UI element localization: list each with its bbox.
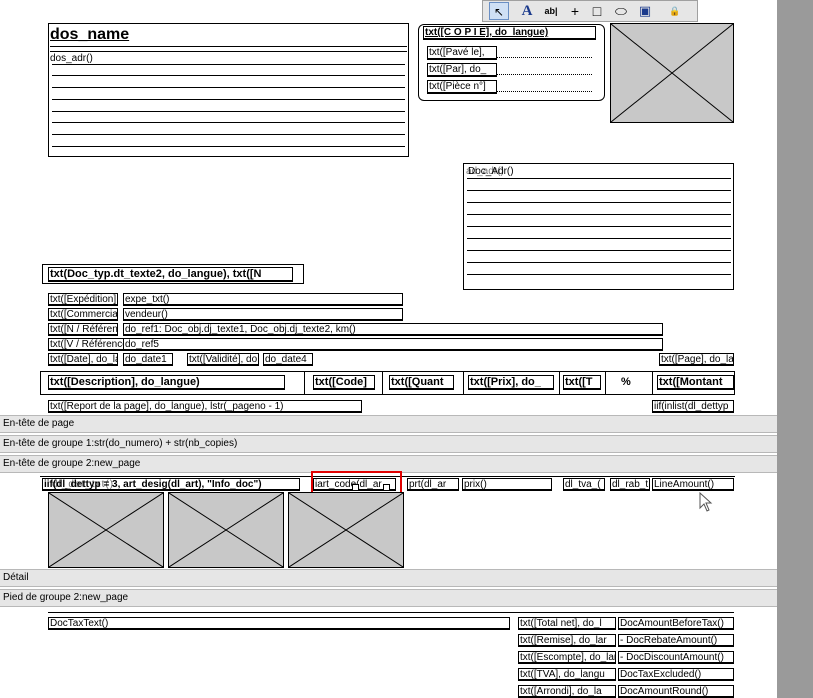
article-image-placeholder[interactable]	[48, 492, 164, 568]
tva-total-value[interactable]: DocTaxExcluded()	[618, 668, 734, 681]
prt-field[interactable]: prt(dl_ar	[407, 478, 459, 491]
line-tool-icon[interactable]: +	[565, 2, 585, 20]
report-page-field[interactable]: txt([Report de la page], do_langue), lst…	[48, 400, 362, 413]
reference-label[interactable]: txt([N / Référen	[48, 323, 118, 336]
page-label[interactable]: txt([Page], do_la	[659, 353, 734, 366]
total-net-value[interactable]: DocAmountBeforeTax()	[618, 617, 734, 630]
validite-value[interactable]: do_date4	[263, 353, 313, 366]
expedition-label[interactable]: txt([Expédition],	[48, 293, 118, 306]
col-percent[interactable]: %	[621, 377, 631, 388]
col-description[interactable]: txt([Description], do_langue)	[48, 375, 285, 390]
remise-value[interactable]: - DocRebateAmount()	[618, 634, 734, 647]
article-image-placeholder[interactable]	[288, 492, 404, 568]
arrondi-value[interactable]: DocAmountRound()	[618, 685, 734, 698]
dos-name-field[interactable]: dos_name	[50, 25, 350, 45]
commercial-value[interactable]: vendeur()	[123, 308, 403, 321]
remise-label[interactable]: txt([Remise], do_lar	[518, 634, 616, 647]
save-tool-icon[interactable]: ▣	[635, 2, 655, 20]
tva-total-label[interactable]: txt([TVA], do_langu	[518, 668, 616, 681]
escompte-label[interactable]: txt([Escompte], do_lan	[518, 651, 616, 664]
date-value[interactable]: do_date1	[123, 353, 173, 366]
vref-value[interactable]: do_ref5	[123, 338, 663, 351]
dos-adr-field[interactable]: dos_adr()	[50, 53, 93, 64]
band-entete-groupe1[interactable]: En-tête de groupe 1:str(do_numero) + str…	[0, 435, 777, 453]
reference-value[interactable]: do_ref1: Doc_obj.dj_texte1, Doc_obj.dj_t…	[123, 323, 663, 336]
rectangle-tool-icon[interactable]: □	[587, 2, 607, 20]
selection-handle[interactable]	[383, 484, 390, 491]
par-field[interactable]: txt([Par], do_	[427, 63, 497, 77]
expedition-value[interactable]: expe_txt()	[123, 293, 403, 306]
doc-adr-field[interactable]: Doc_Adr()	[468, 166, 514, 177]
field-tool-icon[interactable]: ab|	[541, 2, 561, 20]
prix-field[interactable]: prix()	[462, 478, 552, 491]
col-quantite[interactable]: txt([Quant	[389, 375, 454, 390]
rab-field[interactable]: dl_rab_t	[610, 478, 650, 491]
copie-field[interactable]: txt([C O P I E], do_langue)	[423, 26, 596, 40]
tva-field[interactable]: dl_tva_(	[563, 478, 605, 491]
vref-label[interactable]: txt([V / Référence	[48, 338, 124, 351]
col-prix[interactable]: txt([Prix], do_	[468, 375, 554, 390]
logo-image-placeholder[interactable]	[610, 23, 734, 123]
ellipse-tool-icon[interactable]: ⬭	[611, 2, 631, 20]
drawing-toolbar: ↖ A ab| + □ ⬭ ▣ 🔒	[482, 0, 698, 22]
arrondi-label[interactable]: txt([Arrondi], do_la	[518, 685, 616, 698]
mouse-cursor-icon	[699, 491, 713, 512]
band-detail[interactable]: Détail	[0, 569, 777, 587]
band-entete-page[interactable]: En-tête de page	[0, 415, 777, 433]
validite-label[interactable]: txt([Validité], do	[187, 353, 259, 366]
line-amount-field[interactable]: LineAmount()	[652, 478, 734, 491]
selection-handle[interactable]	[352, 484, 359, 491]
commercial-label[interactable]: txt([Commercial]	[48, 308, 118, 321]
piece-field[interactable]: txt([Pièce n°]	[427, 80, 497, 94]
escompte-value[interactable]: - DocDiscountAmount()	[618, 651, 734, 664]
pointer-tool-icon[interactable]: ↖	[489, 2, 509, 20]
col-code[interactable]: txt([Code]	[313, 375, 375, 390]
text-tool-icon[interactable]: A	[517, 2, 537, 20]
lock-tool-icon[interactable]: 🔒	[665, 2, 685, 20]
workspace-margin	[777, 0, 813, 698]
detail-text-field[interactable]: dl_det_txt()	[52, 479, 292, 490]
col-montant[interactable]: txt([Montant	[657, 375, 734, 390]
doc-tax-text-field[interactable]: DocTaxText()	[48, 617, 510, 630]
iif-field[interactable]: iif(inlist(dl_dettyp	[652, 400, 734, 413]
band-pied-groupe2[interactable]: Pied de groupe 2:new_page	[0, 589, 777, 607]
col-tva[interactable]: txt([T	[563, 375, 601, 390]
doc-type-field[interactable]: txt(Doc_typ.dt_texte2, do_langue), txt([…	[48, 267, 293, 282]
total-net-label[interactable]: txt([Total net], do_l	[518, 617, 616, 630]
pave-field[interactable]: txt([Pavé le],	[427, 46, 497, 60]
article-image-placeholder[interactable]	[168, 492, 284, 568]
date-label[interactable]: txt([Date], do_la	[48, 353, 118, 366]
